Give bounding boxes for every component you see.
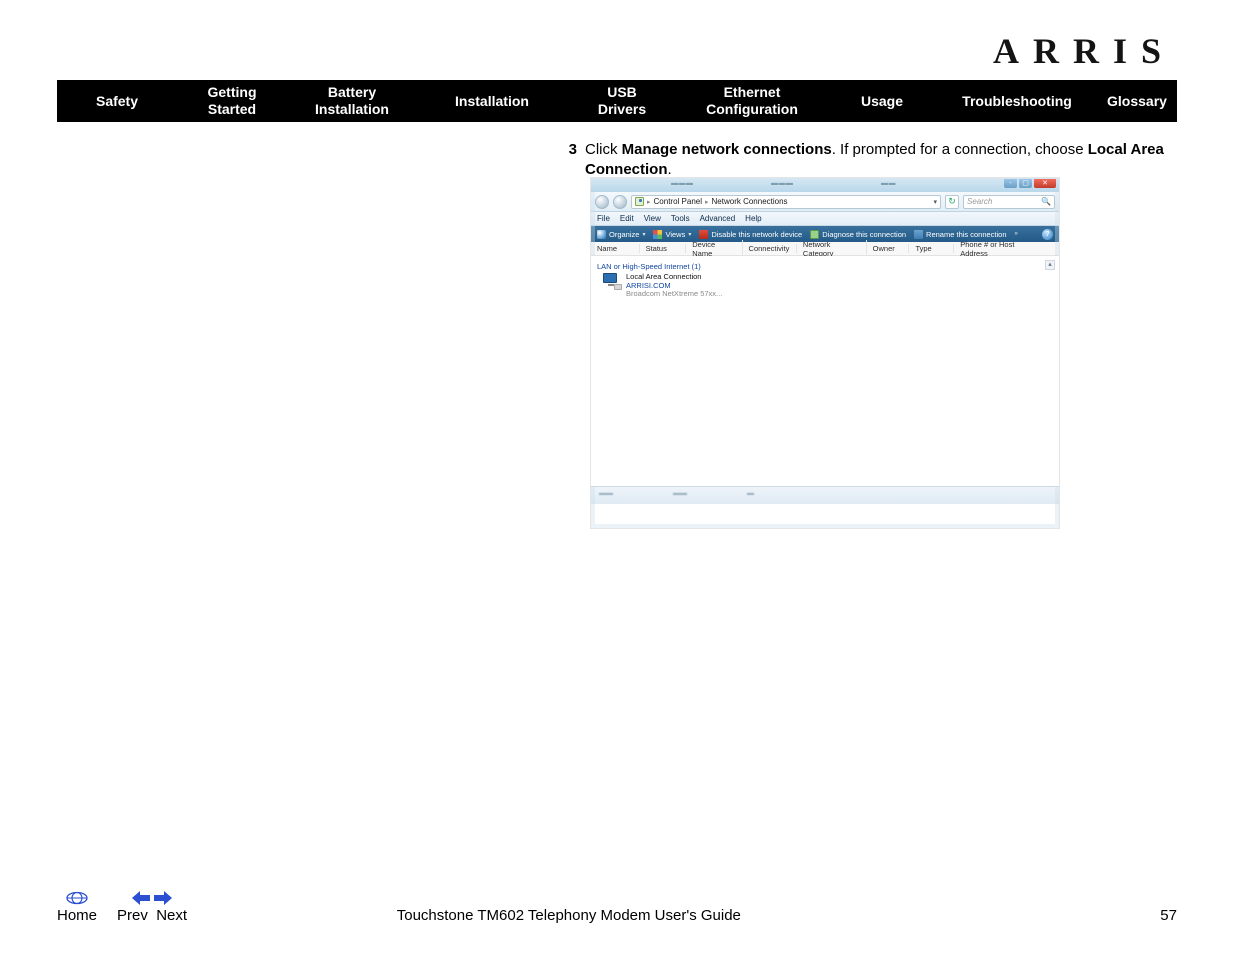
step-prefix: Click xyxy=(585,141,622,158)
window-close-button[interactable]: ✕ xyxy=(1034,179,1056,188)
col-name[interactable]: Name xyxy=(597,244,640,253)
footer-home-link[interactable]: Home xyxy=(57,889,97,924)
footer-prev-label: Prev xyxy=(117,907,148,924)
vista-menubar: File Edit View Tools Advanced Help xyxy=(591,212,1059,226)
toolbar-views[interactable]: Views ▾ xyxy=(653,230,691,239)
search-icon: 🔍 xyxy=(1041,197,1051,206)
breadcrumb-sep-icon: ▸ xyxy=(705,198,709,206)
step-number: 3 xyxy=(557,140,577,179)
views-icon xyxy=(653,230,662,239)
menu-tools[interactable]: Tools xyxy=(671,214,690,223)
list-item[interactable]: Local Area Connection ARRISI.COM Broadco… xyxy=(603,273,1053,299)
vista-list-area: LAN or High-Speed Internet (1) Local Are… xyxy=(591,256,1059,486)
home-icon xyxy=(66,891,88,905)
menu-view[interactable]: View xyxy=(644,214,661,223)
step-suffix: . xyxy=(668,161,672,178)
refresh-button[interactable]: ↻ xyxy=(945,195,959,209)
nav-usb-drivers[interactable]: USB Drivers xyxy=(567,84,677,119)
doc-top-nav: SafetyGetting StartedBattery Installatio… xyxy=(57,80,1177,122)
breadcrumb-leaf: Network Connections xyxy=(712,197,788,206)
footer-home-label: Home xyxy=(57,907,97,924)
col-phone-or-host-address[interactable]: Phone # or Host Address xyxy=(960,240,1047,258)
toolbar-overflow-icon[interactable]: » xyxy=(1015,231,1018,237)
window-minimize-button[interactable]: ‐ xyxy=(1004,179,1017,188)
nav-ethernet-configuration[interactable]: Ethernet Configuration xyxy=(677,84,827,119)
nav-troubleshooting[interactable]: Troubleshooting xyxy=(937,80,1097,122)
network-adapter-icon xyxy=(603,273,621,289)
scroll-up-button[interactable]: ▴ xyxy=(1045,260,1055,270)
footer-prev-link[interactable]: Prev Next xyxy=(117,889,187,924)
col-device-name[interactable]: Device Name xyxy=(692,240,742,258)
disable-icon xyxy=(699,230,708,239)
footer-next-label: Next xyxy=(156,907,187,924)
instruction-step: 3 Click Manage network connections. If p… xyxy=(557,140,1177,179)
breadcrumb[interactable]: ▸ Control Panel ▸ Network Connections ▾ xyxy=(631,195,941,209)
toolbar-rename[interactable]: Rename this connection xyxy=(914,230,1006,239)
organize-icon xyxy=(597,230,606,239)
nav-getting-started[interactable]: Getting Started xyxy=(177,84,287,119)
vista-addressbar: ▸ Control Panel ▸ Network Connections ▾ … xyxy=(591,192,1059,212)
col-type[interactable]: Type xyxy=(915,244,954,253)
brand-logo: ARRIS xyxy=(993,30,1175,72)
next-arrow-icon xyxy=(154,891,172,905)
toolbar-disable-device[interactable]: Disable this network device xyxy=(699,230,802,239)
toolbar-diagnose[interactable]: Diagnose this connection xyxy=(810,230,906,239)
vista-window: ▬▬▬ ▬▬▬ ▬▬ ‐ ▢ ✕ ▸ Control Panel ▸ Netwo… xyxy=(591,178,1059,528)
toolbar-organize[interactable]: Organize ▾ xyxy=(597,230,645,239)
breadcrumb-root: Control Panel xyxy=(654,197,702,206)
nav-back-button[interactable] xyxy=(595,195,609,209)
doc-footer: Home Prev Next Touchstone TM602 Telephon… xyxy=(57,889,1177,924)
page-number: 57 xyxy=(1160,907,1177,924)
step-bold-1: Manage network connections xyxy=(622,141,832,158)
menu-help[interactable]: Help xyxy=(745,214,761,223)
nav-usage[interactable]: Usage xyxy=(827,80,937,122)
col-connectivity[interactable]: Connectivity xyxy=(749,244,797,253)
col-network-category[interactable]: Network Category xyxy=(803,240,867,258)
vista-column-headers: Name Status Device Name Connectivity Network… xyxy=(591,242,1059,256)
prev-arrow-icon xyxy=(132,891,150,905)
rename-icon xyxy=(914,230,923,239)
menu-advanced[interactable]: Advanced xyxy=(700,214,736,223)
step-mid: . If prompted for a connection, choose xyxy=(832,141,1088,158)
breadcrumb-sep-icon: ▸ xyxy=(647,198,651,206)
vista-statusbar: ▬▬▬▬▬ xyxy=(591,486,1059,504)
nav-battery-installation[interactable]: Battery Installation xyxy=(287,84,417,119)
control-panel-icon xyxy=(635,197,644,206)
nav-installation[interactable]: Installation xyxy=(417,80,567,122)
help-icon[interactable]: ? xyxy=(1042,229,1053,240)
col-owner[interactable]: Owner xyxy=(873,244,910,253)
step-text: Click Manage network connections. If pro… xyxy=(585,140,1177,179)
list-group-header: LAN or High-Speed Internet (1) xyxy=(597,262,1053,271)
vista-titlebar: ▬▬▬ ▬▬▬ ▬▬ ‐ ▢ ✕ xyxy=(591,178,1059,192)
nav-forward-button[interactable] xyxy=(613,195,627,209)
diagnose-icon xyxy=(810,230,819,239)
nav-safety[interactable]: Safety xyxy=(57,80,177,122)
nav-glossary[interactable]: Glossary xyxy=(1097,80,1177,122)
menu-file[interactable]: File xyxy=(597,214,610,223)
breadcrumb-dropdown-icon[interactable]: ▾ xyxy=(933,198,937,206)
col-status[interactable]: Status xyxy=(646,244,687,253)
search-input[interactable]: Search 🔍 xyxy=(963,195,1055,209)
search-placeholder: Search xyxy=(967,197,992,206)
doc-title: Touchstone TM602 Telephony Modem User's … xyxy=(397,907,741,924)
window-maximize-button[interactable]: ▢ xyxy=(1019,179,1032,188)
item-device: Broadcom NetXtreme 57xx... xyxy=(626,290,722,299)
menu-edit[interactable]: Edit xyxy=(620,214,634,223)
